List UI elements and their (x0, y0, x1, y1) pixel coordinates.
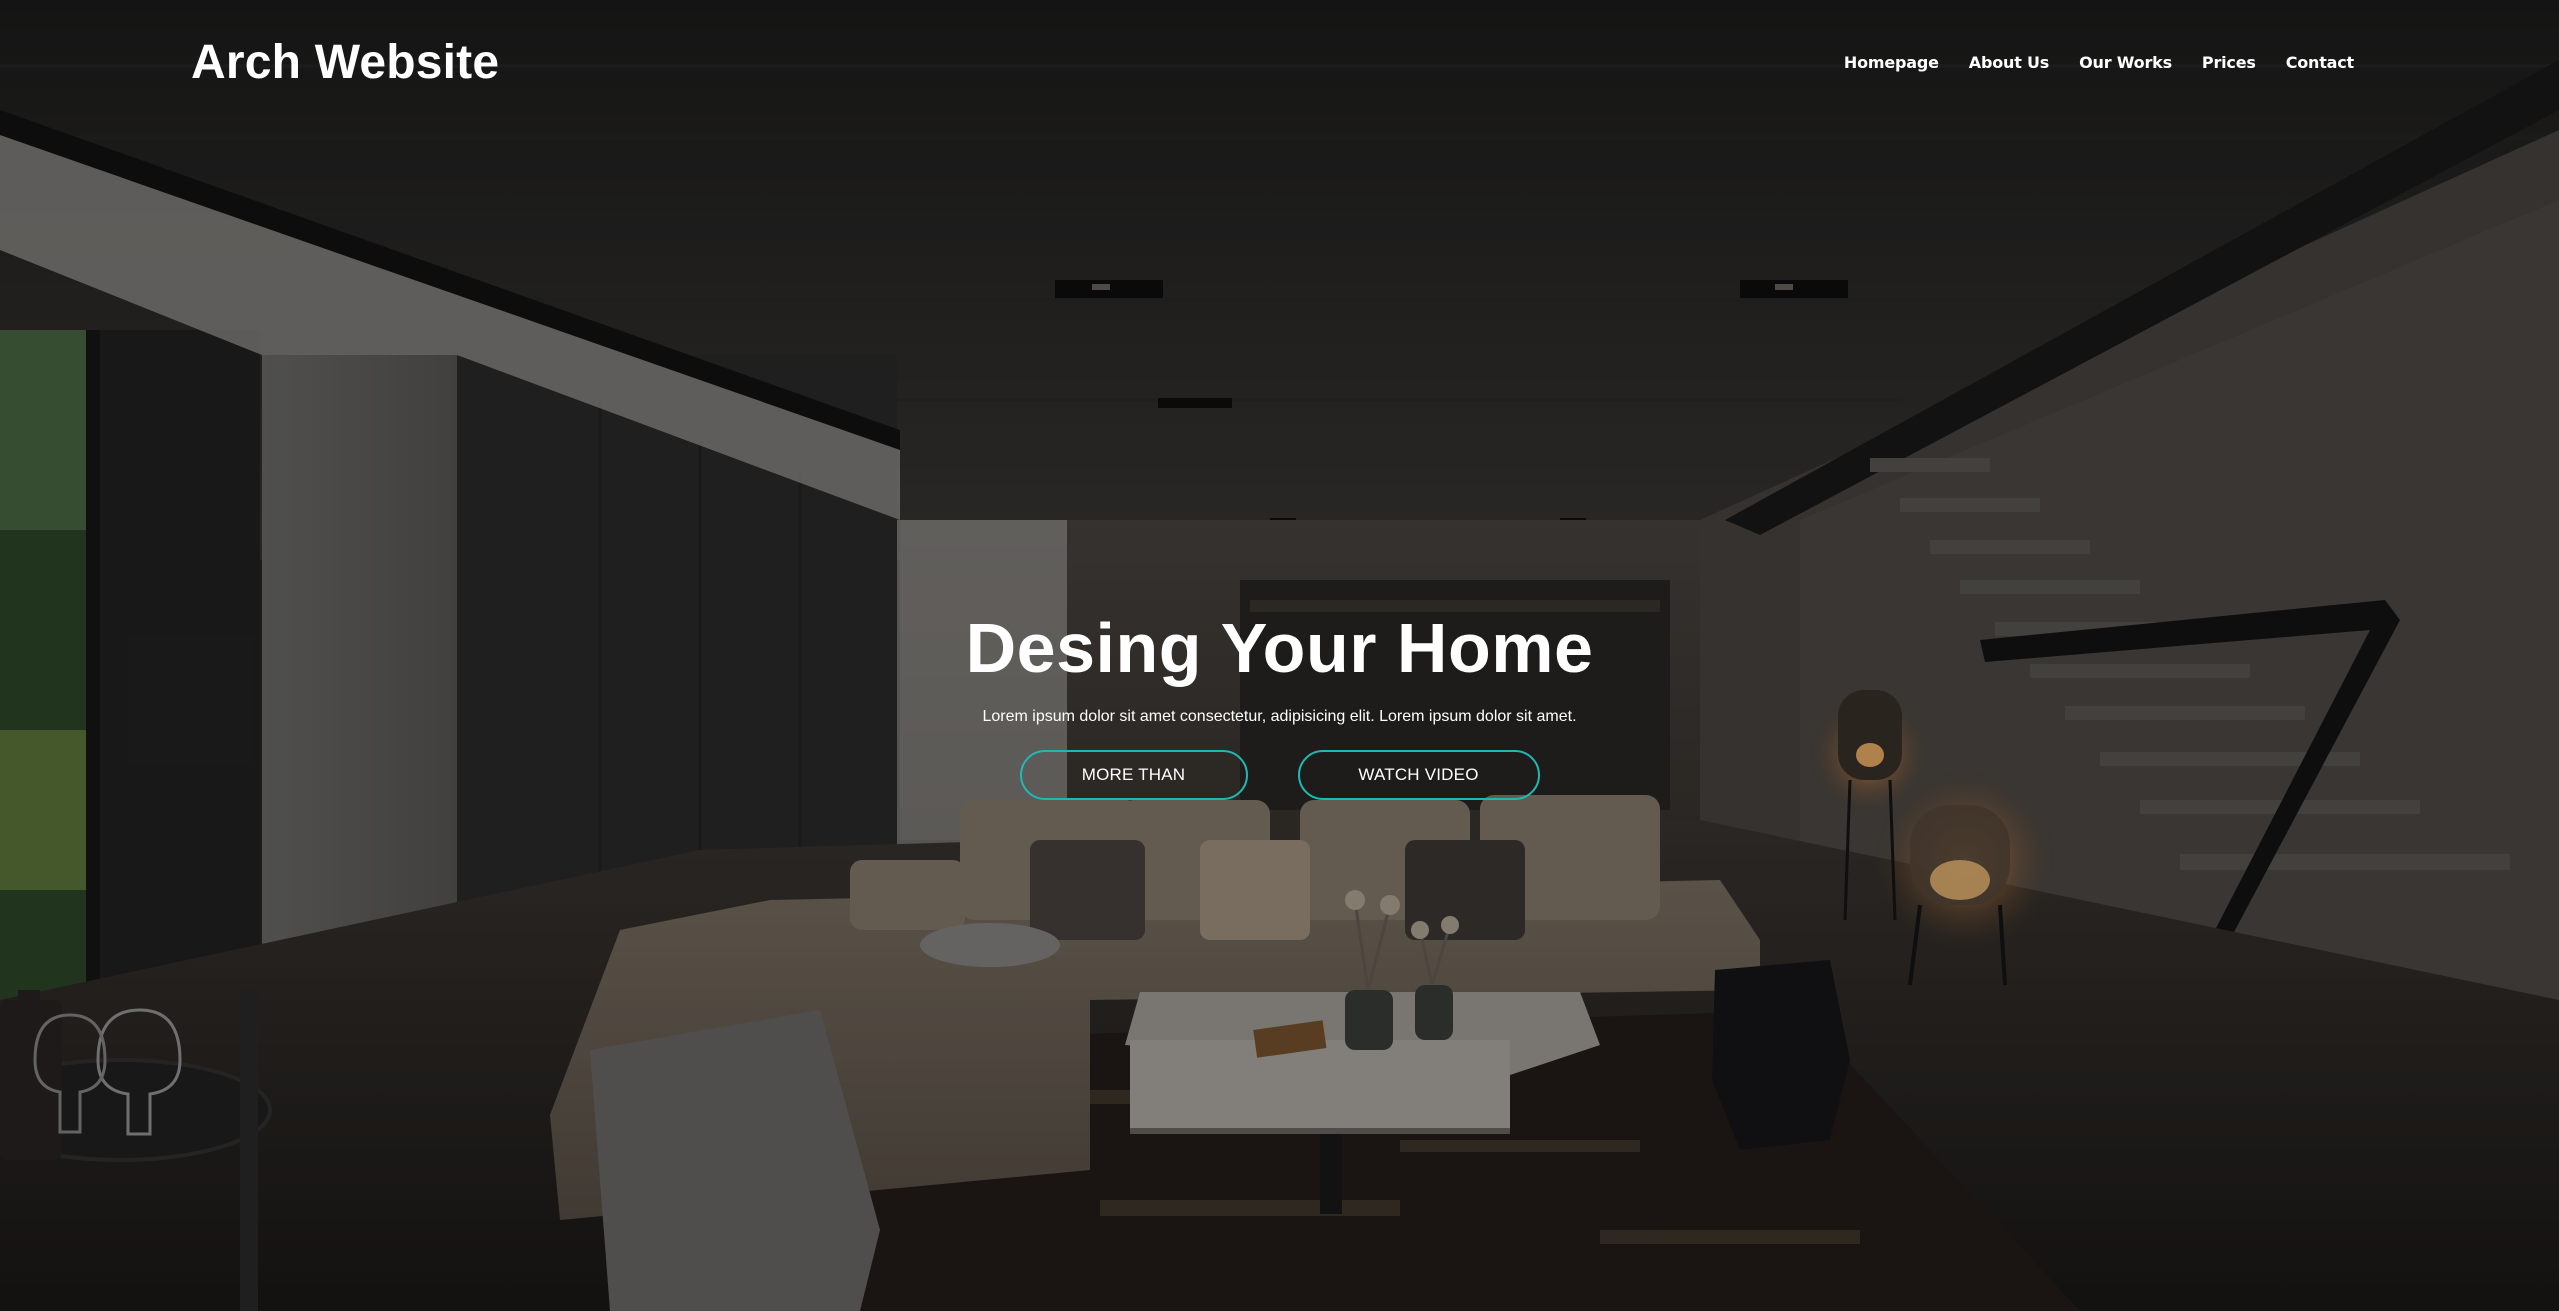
top-navigation-bar: Arch Website Homepage About Us Our Works… (0, 0, 2559, 126)
nav-item-homepage: Homepage (1844, 50, 1939, 76)
nav-link-prices[interactable]: Prices (2202, 53, 2256, 72)
nav-item-our-works: Our Works (2079, 50, 2172, 76)
nav-link-contact[interactable]: Contact (2286, 53, 2355, 72)
hero-subtitle: Lorem ipsum dolor sit amet consectetur, … (982, 708, 1577, 725)
nav-link-homepage[interactable]: Homepage (1844, 53, 1939, 72)
hero-content: Desing Your Home Lorem ipsum dolor sit a… (0, 600, 2559, 800)
watch-video-button[interactable]: WATCH VIDEO (1297, 750, 1540, 800)
main-nav: Homepage About Us Our Works Prices Conta… (1844, 50, 2354, 76)
hero-section: Arch Website Homepage About Us Our Works… (0, 0, 2559, 1311)
hero-title: Desing Your Home (965, 609, 1594, 687)
more-than-button[interactable]: MORE THAN (1019, 750, 1248, 800)
site-logo[interactable]: Arch Website (191, 34, 499, 92)
nav-link-about-us[interactable]: About Us (1969, 53, 2050, 72)
nav-item-prices: Prices (2202, 50, 2256, 76)
nav-item-contact: Contact (2286, 50, 2355, 76)
nav-link-our-works[interactable]: Our Works (2079, 53, 2172, 72)
hero-buttons: MORE THAN WATCH VIDEO (0, 750, 2559, 800)
nav-item-about-us: About Us (1969, 50, 2050, 76)
